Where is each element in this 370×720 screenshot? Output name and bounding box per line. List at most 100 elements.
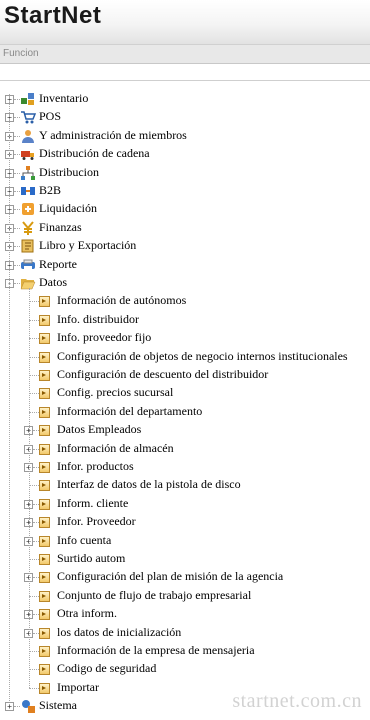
menu-item-pos[interactable]: + POS: [0, 108, 370, 126]
datos-item-1[interactable]: Información de autónomos: [0, 292, 370, 310]
datos-item-14[interactable]: + Info cuenta: [0, 532, 370, 550]
tree-item-label: Y administración de miembros: [39, 127, 187, 142]
network-icon: [20, 165, 36, 181]
b2b-icon: [20, 183, 36, 199]
menu-item-y-administraci-n-de-miembros[interactable]: + Y administración de miembros: [0, 127, 370, 145]
tree-connector: [29, 301, 39, 303]
tree-item-label: Otra inform.: [57, 606, 117, 621]
cart-icon: [20, 109, 37, 125]
watermark: startnet.com.cn: [232, 690, 362, 712]
datos-item-7[interactable]: Información del departamento: [0, 403, 370, 421]
tree-connector: [29, 338, 39, 340]
filter-field[interactable]: [0, 64, 370, 81]
datos-item-3[interactable]: Info. proveedor fijo: [0, 329, 370, 347]
tree-item-label: Información del departamento: [57, 403, 203, 418]
tree-item-label: Configuración de descuento del distribui…: [57, 367, 269, 381]
datos-item-16[interactable]: + Configuración del plan de misión de la …: [0, 568, 370, 586]
app-logo: StartNet: [4, 2, 102, 29]
menu-item-liquidaci-n[interactable]: + Liquidación: [0, 200, 370, 218]
report-icon: [20, 257, 36, 273]
tree-item-label: Sistema: [39, 698, 77, 713]
tree-item-label: Surtido autom: [57, 551, 126, 565]
tree-connector: [29, 595, 39, 597]
arrow-item-icon: [39, 627, 50, 639]
datos-item-15[interactable]: Surtido autom: [0, 550, 370, 568]
arrow-item-icon: [39, 370, 50, 381]
arrow-item-icon: [39, 425, 50, 437]
datos-item-21[interactable]: Codigo de seguridad: [0, 660, 370, 678]
arrow-item-icon: [39, 572, 50, 584]
tree-item-label: Importar: [57, 679, 99, 694]
tree-connector: [29, 669, 39, 671]
tree-connector: [29, 559, 39, 560]
datos-item-13[interactable]: + Infor. Proveedor: [0, 513, 370, 531]
tree-item-label: B2B: [39, 183, 62, 197]
arrow-item-icon: [39, 443, 50, 455]
menu-item-inventario[interactable]: + Inventario: [0, 90, 370, 108]
datos-item-11[interactable]: Interfaz de datos de la pistola de disco: [0, 476, 370, 494]
tree-connector: [29, 356, 39, 358]
tree-connector: [29, 319, 39, 321]
datos-item-9[interactable]: + Información de almacén: [0, 440, 370, 458]
datos-item-5[interactable]: Configuración de descuento del distribui…: [0, 366, 370, 384]
tree-item-label: Info. proveedor fijo: [57, 330, 152, 345]
datos-item-2[interactable]: Info. distribuidor: [0, 311, 370, 329]
tree-item-label: Distribucion: [39, 164, 99, 179]
arrow-item-icon: [39, 535, 50, 547]
menu-item-datos[interactable]: - Datos: [0, 274, 370, 292]
tree-item-label: Infor. Proveedor: [57, 514, 136, 529]
datos-item-19[interactable]: + los datos de inicialización: [0, 624, 370, 642]
datos-item-18[interactable]: + Otra inform.: [0, 605, 370, 623]
datos-item-20[interactable]: Información de la empresa de mensajeria: [0, 642, 370, 660]
yen-icon: [20, 220, 36, 236]
datos-item-8[interactable]: + Datos Empleados: [0, 421, 370, 439]
arrow-item-icon: [39, 646, 50, 657]
truck-icon: [20, 146, 36, 162]
tree-item-label: Información de la empresa de mensajeria: [57, 643, 255, 657]
menu-item-distribuci-n-de-cadena[interactable]: + Distribución de cadena: [0, 145, 370, 163]
arrow-item-icon: [39, 480, 50, 492]
tree-item-label: Información de almacén: [57, 440, 174, 455]
tree-item-label: Config. precios sucursal: [57, 385, 174, 400]
tree-item-label: Finanzas: [39, 219, 82, 234]
datos-item-6[interactable]: Config. precios sucursal: [0, 384, 370, 402]
datos-item-10[interactable]: + Infor. productos: [0, 458, 370, 476]
tree-item-label: Información de autónomos: [57, 293, 187, 308]
arrow-item-icon: [39, 590, 50, 602]
arrow-item-icon: [39, 664, 50, 676]
tree-guide-line: [9, 94, 10, 706]
datos-item-12[interactable]: + Inform. cliente: [0, 495, 370, 513]
tree-item-label: Interfaz de datos de la pistola de disco: [57, 477, 241, 492]
tree-item-label: Conjunto de flujo de trabajo empresarial: [57, 587, 252, 602]
arrow-item-icon: [39, 314, 50, 326]
datos-item-4[interactable]: Configuración de objetos de negocio inte…: [0, 348, 370, 366]
menu-item-distribucion[interactable]: + Distribucion: [0, 164, 370, 182]
arrow-item-icon: [39, 462, 50, 473]
menu-item-finanzas[interactable]: + Finanzas: [0, 219, 370, 237]
tree-item-label: Reporte: [39, 256, 77, 271]
arrow-item-icon: [39, 333, 50, 345]
menu-item-reporte[interactable]: + Reporte: [0, 256, 370, 274]
tree-connector: [29, 651, 39, 652]
arrow-item-icon: [39, 554, 50, 565]
datos-item-17[interactable]: Conjunto de flujo de trabajo empresarial: [0, 587, 370, 605]
member-icon: [20, 128, 36, 144]
section-bar: Funcion: [0, 44, 370, 64]
tree-item-label: Codigo de seguridad: [57, 661, 157, 676]
expand-toggle-icon[interactable]: +: [5, 702, 14, 712]
tree-item-label: Infor. productos: [57, 459, 134, 473]
system-icon: [20, 698, 36, 714]
tree-item-label: Inform. cliente: [57, 495, 129, 510]
arrow-item-icon: [39, 388, 50, 400]
tree-item-label: Liquidación: [39, 201, 97, 216]
menu-item-b2b[interactable]: + B2B: [0, 182, 370, 200]
arrow-item-icon: [39, 609, 50, 621]
tree-item-label: Inventario: [39, 91, 89, 105]
arrow-item-icon: [39, 296, 50, 308]
arrow-item-icon: [39, 351, 50, 363]
section-label: Funcion: [3, 48, 39, 59]
tree-item-label: Distribución de cadena: [39, 146, 150, 161]
arrow-item-icon: [39, 682, 50, 694]
tree-item-label: Configuración de objetos de negocio inte…: [57, 348, 348, 363]
menu-item-libro-y-exportaci-n[interactable]: + Libro y Exportación: [0, 237, 370, 255]
